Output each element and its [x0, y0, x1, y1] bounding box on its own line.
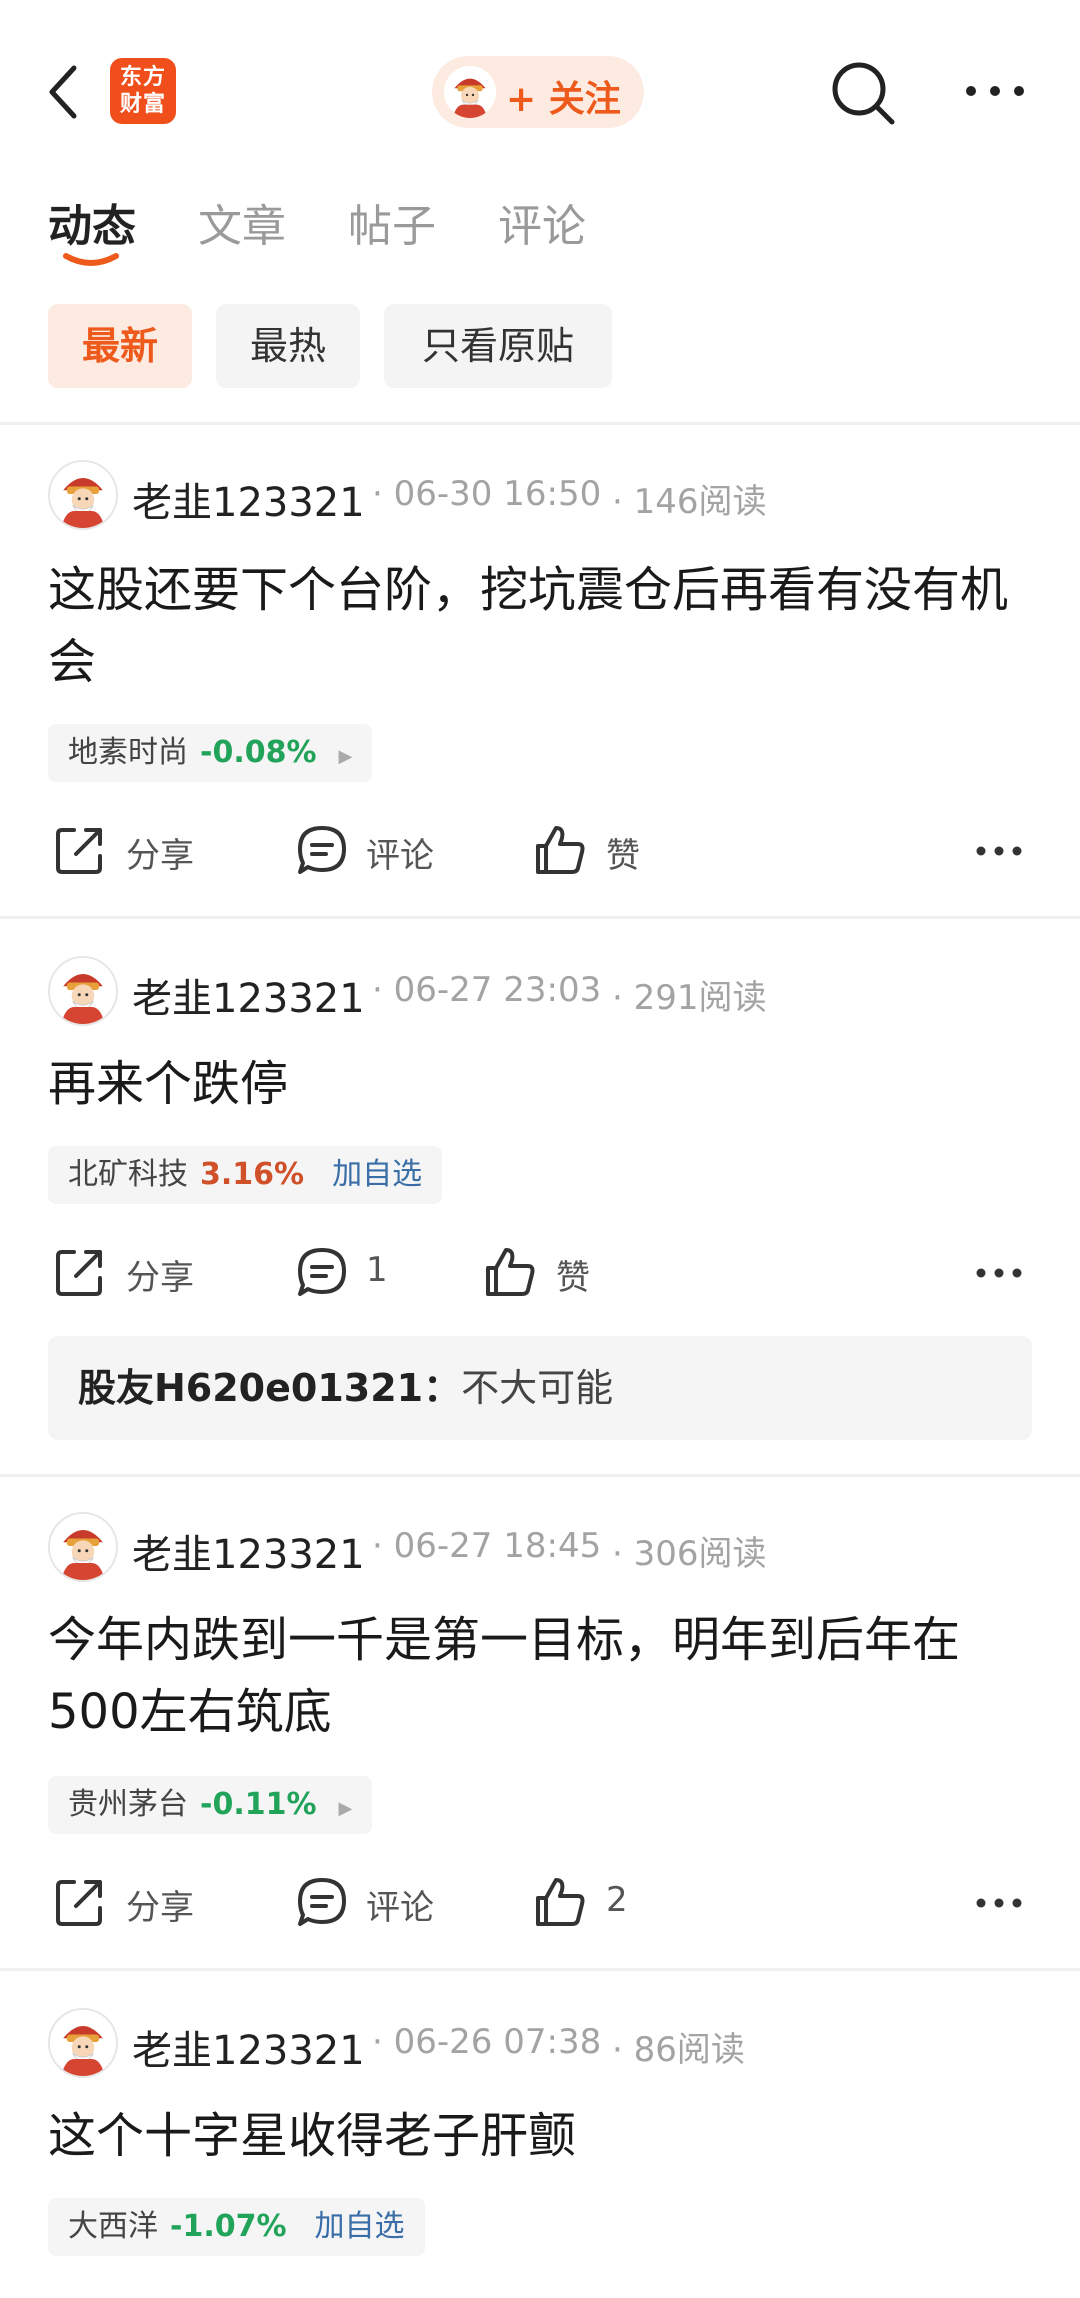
reply-separator: ：: [423, 1366, 462, 1410]
post-time-text: 06-26 07:38: [393, 2022, 602, 2062]
tab-comments[interactable]: 评论: [498, 190, 586, 254]
read-count-text: 306阅读: [633, 1534, 767, 1574]
thumbs-up-icon[interactable]: [532, 1874, 588, 1930]
stock-name: 贵州茅台: [68, 1787, 188, 1822]
post-text[interactable]: 再来个跌停: [48, 1048, 1038, 1120]
stock-name: 大西洋: [68, 2209, 158, 2244]
add-watchlist-link[interactable]: 加自选: [315, 2209, 405, 2244]
username[interactable]: 老韭123321: [132, 470, 365, 528]
more-options-icon[interactable]: [974, 1266, 1024, 1280]
avatar[interactable]: [48, 956, 118, 1026]
play-icon: ▶: [338, 746, 353, 767]
add-watchlist-link[interactable]: 加自选: [332, 1157, 422, 1192]
share-icon[interactable]: [52, 1244, 108, 1300]
app-logo: 东方 财富: [110, 58, 176, 124]
post-time-text: 06-27 18:45: [393, 1526, 602, 1566]
filter-original-only[interactable]: 只看原贴: [384, 304, 612, 388]
share-label[interactable]: 分享: [126, 828, 194, 877]
post-time: · 06-30 16:50: [372, 474, 602, 514]
play-icon: ▶: [338, 1798, 353, 1819]
post-time: · 06-27 23:03: [372, 970, 602, 1010]
comment-icon[interactable]: [294, 1874, 350, 1930]
reply-author[interactable]: 股友H620e01321: [78, 1366, 423, 1410]
like-count[interactable]: 2: [606, 1880, 628, 1920]
more-options-icon[interactable]: [974, 844, 1024, 858]
read-count-text: 146阅读: [633, 482, 767, 522]
comment-icon[interactable]: [294, 1244, 350, 1300]
comment-preview[interactable]: 股友H620e01321：不大可能: [48, 1336, 1032, 1440]
username[interactable]: 老韭123321: [132, 966, 365, 1024]
post-time-text: 06-27 23:03: [393, 970, 602, 1010]
comment-label[interactable]: 评论: [366, 1880, 434, 1929]
divider: [0, 1474, 1080, 1477]
read-count: · 86阅读: [612, 2030, 745, 2070]
read-count: · 306阅读: [612, 1534, 767, 1574]
stock-tag[interactable]: 北矿科技 3.16% 加自选: [48, 1146, 443, 1204]
post-time-text: 06-30 16:50: [393, 474, 602, 514]
share-icon[interactable]: [52, 1874, 108, 1930]
post-text[interactable]: 今年内跌到一千是第一目标，明年到后年在500左右筑底: [48, 1604, 1038, 1748]
logo-line-1: 东方: [119, 65, 166, 90]
post-time: · 06-26 07:38: [372, 2022, 602, 2062]
share-label[interactable]: 分享: [126, 1250, 194, 1299]
read-count: · 291阅读: [612, 978, 767, 1018]
avatar: [444, 66, 496, 118]
stock-change: -0.11%: [200, 1787, 317, 1822]
stock-change: -1.07%: [170, 2209, 287, 2244]
tab-dynamics[interactable]: 动态: [48, 190, 136, 254]
stock-change: 3.16%: [200, 1157, 305, 1192]
logo-line-2: 财富: [119, 92, 166, 117]
stock-change: -0.08%: [200, 735, 317, 770]
like-label[interactable]: 赞: [606, 828, 640, 877]
stock-tag[interactable]: 贵州茅台 -0.11% ▶: [48, 1776, 373, 1834]
back-arrow-icon[interactable]: [44, 62, 84, 122]
read-count-text: 291阅读: [633, 978, 767, 1018]
filter-latest[interactable]: 最新: [48, 304, 192, 388]
post-text[interactable]: 这股还要下个台阶，挖坑震仓后再看有没有机会: [48, 554, 1038, 698]
more-icon[interactable]: [962, 78, 1028, 104]
avatar[interactable]: [48, 1512, 118, 1582]
stock-name: 地素时尚: [68, 735, 188, 770]
reply-text: 不大可能: [461, 1366, 614, 1410]
post-time: · 06-27 18:45: [372, 1526, 602, 1566]
read-count-text: 86阅读: [633, 2030, 745, 2070]
tab-articles[interactable]: 文章: [198, 190, 286, 254]
like-label[interactable]: 赞: [556, 1250, 590, 1299]
stock-tag[interactable]: 地素时尚 -0.08% ▶: [48, 724, 373, 782]
comment-icon[interactable]: [294, 822, 350, 878]
tab-posts[interactable]: 帖子: [348, 190, 436, 254]
follow-button[interactable]: + 关注: [432, 56, 644, 128]
divider: [0, 1968, 1080, 1971]
stock-name: 北矿科技: [68, 1157, 188, 1192]
avatar[interactable]: [48, 2008, 118, 2078]
read-count: · 146阅读: [612, 482, 767, 522]
active-tab-indicator: [63, 253, 119, 266]
comment-label[interactable]: 评论: [366, 828, 434, 877]
more-options-icon[interactable]: [974, 1896, 1024, 1910]
thumbs-up-icon[interactable]: [482, 1244, 538, 1300]
username[interactable]: 老韭123321: [132, 1522, 365, 1580]
divider: [0, 422, 1080, 425]
share-label[interactable]: 分享: [126, 1880, 194, 1929]
thumbs-up-icon[interactable]: [532, 822, 588, 878]
share-icon[interactable]: [52, 822, 108, 878]
follow-label: + 关注: [506, 79, 621, 120]
comment-count[interactable]: 1: [366, 1250, 388, 1290]
search-icon[interactable]: [830, 60, 896, 126]
avatar[interactable]: [48, 460, 118, 530]
username[interactable]: 老韭123321: [132, 2018, 365, 2076]
filter-hottest[interactable]: 最热: [216, 304, 360, 388]
divider: [0, 916, 1080, 919]
top-bar: 东方 财富 + 关注: [0, 0, 1080, 180]
post-text[interactable]: 这个十字星收得老子肝颤: [48, 2100, 1038, 2172]
stock-tag[interactable]: 大西洋 -1.07% 加自选: [48, 2198, 425, 2256]
